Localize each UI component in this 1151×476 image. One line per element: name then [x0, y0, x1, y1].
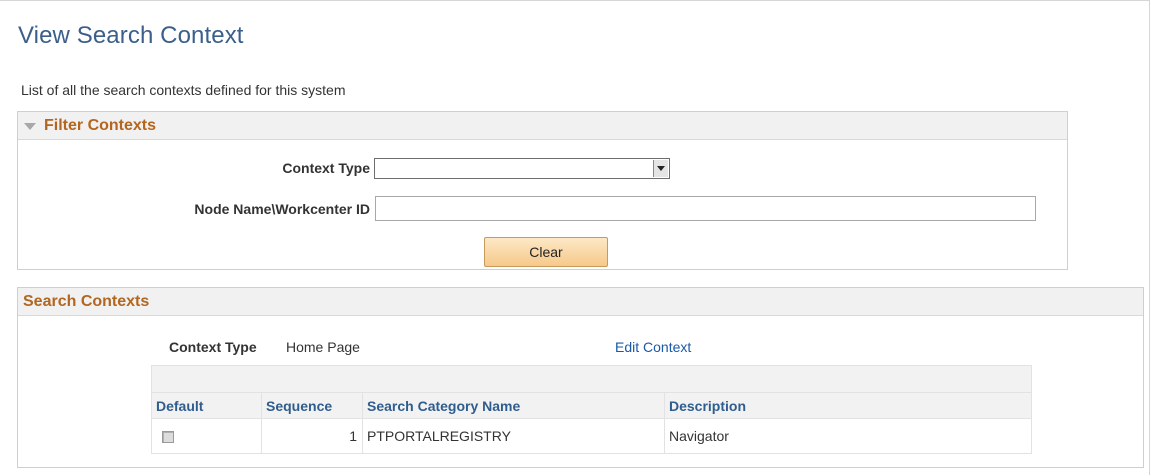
- grid-header-row: Default Sequence Search Category Name De…: [151, 392, 1032, 419]
- column-header-default[interactable]: Default: [151, 392, 262, 419]
- context-type-select[interactable]: [374, 158, 670, 179]
- column-header-sequence[interactable]: Sequence: [261, 392, 363, 419]
- search-categories-grid: Default Sequence Search Category Name De…: [151, 365, 1032, 454]
- default-cell: [151, 418, 262, 454]
- page-title: View Search Context: [18, 22, 244, 49]
- context-type-value: Home Page: [286, 339, 360, 355]
- filter-contexts-header[interactable]: Filter Contexts: [18, 112, 1067, 140]
- search-category-name-cell: PTPORTALREGISTRY: [362, 418, 665, 454]
- dropdown-arrow-icon[interactable]: [653, 160, 668, 177]
- node-name-label: Node Name\Workcenter ID: [194, 201, 370, 217]
- table-row: 1 PTPORTALREGISTRY Navigator: [151, 418, 1032, 454]
- grid-toolbar: [151, 365, 1032, 393]
- filter-contexts-title: Filter Contexts: [44, 116, 157, 134]
- clear-button[interactable]: Clear: [484, 237, 608, 267]
- column-header-description[interactable]: Description: [664, 392, 1032, 419]
- column-header-search-category-name[interactable]: Search Category Name: [362, 392, 665, 419]
- filter-contexts-group: Filter Contexts Context Type Node Name\W…: [17, 111, 1068, 270]
- context-type-label: Context Type: [169, 339, 257, 355]
- default-checkbox[interactable]: [162, 430, 174, 443]
- page-description: List of all the search contexts defined …: [21, 82, 346, 98]
- search-contexts-header: Search Contexts: [18, 288, 1143, 316]
- node-name-input[interactable]: [375, 196, 1036, 221]
- description-cell: Navigator: [664, 418, 1032, 454]
- edit-context-link[interactable]: Edit Context: [615, 339, 691, 355]
- search-contexts-group: Search Contexts Context Type Home Page E…: [17, 287, 1144, 468]
- context-type-label: Context Type: [282, 160, 370, 176]
- collapse-triangle-icon[interactable]: [24, 122, 36, 130]
- sequence-cell: 1: [261, 418, 363, 454]
- search-contexts-title: Search Contexts: [23, 292, 150, 310]
